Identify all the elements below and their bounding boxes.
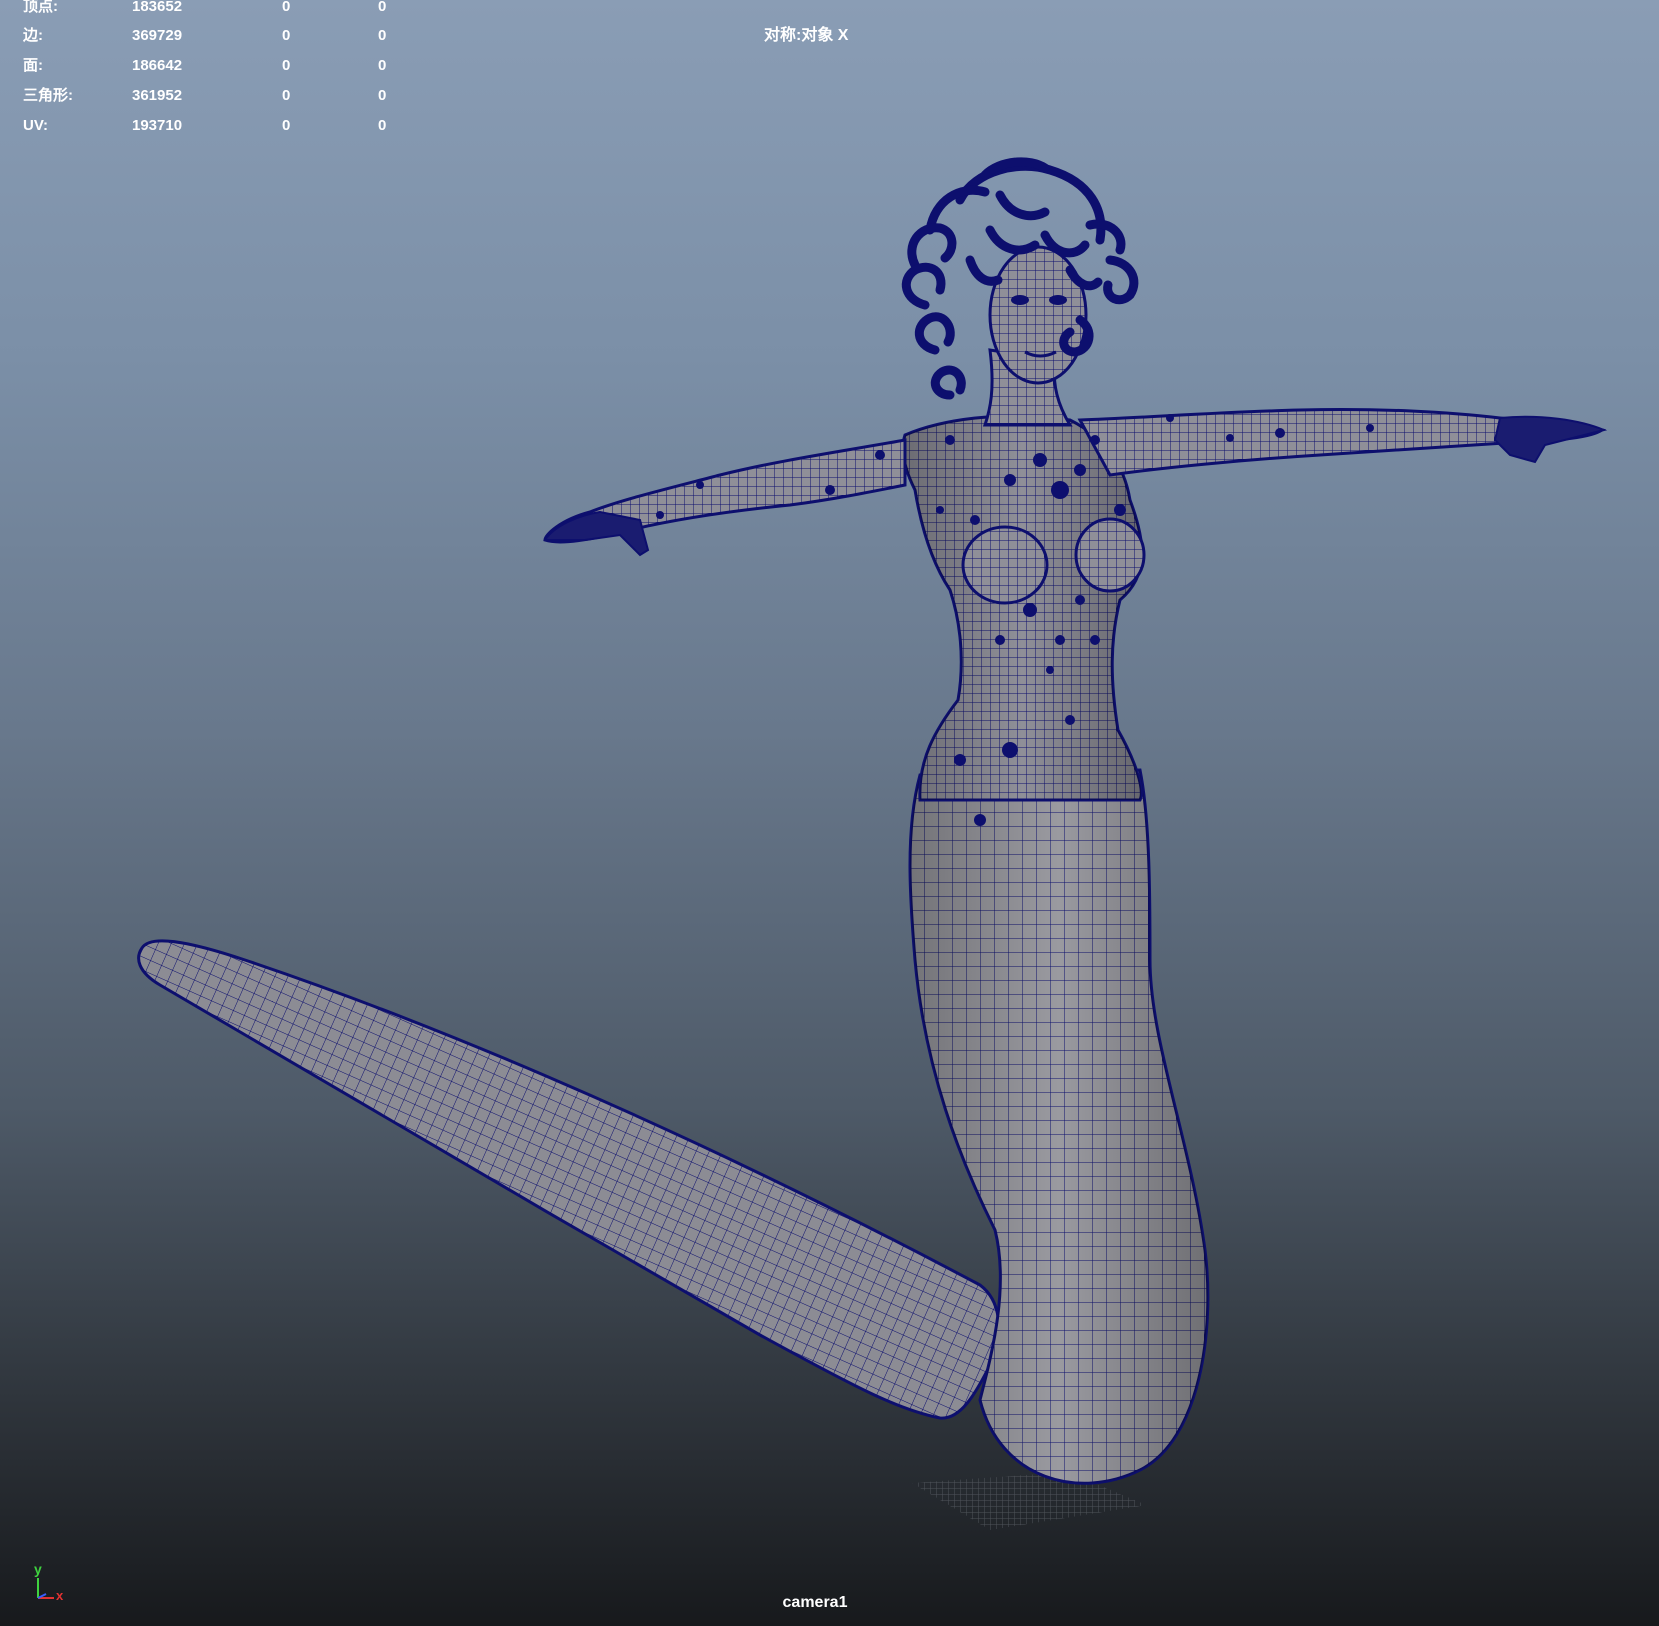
- hud-highlighted: 0: [378, 117, 387, 134]
- hud-label: UV:: [23, 117, 49, 134]
- axis-y-label: y: [34, 1561, 42, 1577]
- hud-row-faces: 面: 186642 0 0: [0, 56, 420, 76]
- hud-highlighted: 0: [378, 27, 387, 44]
- hud-highlighted: 0: [378, 57, 387, 74]
- hud-selected: 0: [282, 57, 291, 74]
- mesh-arm-left: [543, 438, 907, 557]
- hud-row-vertices: 顶点: 183652 0 0: [0, 0, 420, 17]
- hud-count: 186642: [132, 57, 183, 74]
- hud-row-uvs: UV: 193710 0 0: [0, 116, 420, 136]
- viewport-model-canvas[interactable]: [0, 0, 1659, 1626]
- hud-count: 369729: [132, 27, 183, 44]
- hud-selected: 0: [282, 0, 291, 15]
- hud-row-triangles: 三角形: 361952 0 0: [0, 86, 420, 106]
- hud-selected: 0: [282, 117, 291, 134]
- hud-selected: 0: [282, 87, 291, 104]
- hud-selected: 0: [282, 27, 291, 44]
- poly-count-hud: 顶点: 183652 0 0 边: 369729 0 0 面: 186642 0…: [0, 0, 420, 140]
- mesh-tail: [137, 939, 1001, 1420]
- hud-label: 边:: [23, 27, 43, 44]
- hud-highlighted: 0: [378, 87, 387, 104]
- viewport-panel[interactable]: 顶点: 183652 0 0 边: 369729 0 0 面: 186642 0…: [0, 0, 1659, 1626]
- hud-label: 面:: [23, 57, 43, 74]
- mesh-arm-right: [1077, 407, 1608, 477]
- hud-highlighted: 0: [378, 0, 387, 15]
- hud-label: 三角形:: [23, 87, 73, 104]
- symmetry-status: 对称:对象 X: [764, 27, 849, 44]
- hud-count: 193710: [132, 117, 183, 134]
- axis-x-label: x: [56, 1588, 64, 1603]
- hud-count: 361952: [132, 87, 183, 104]
- hud-row-edges: 边: 369729 0 0: [0, 26, 420, 46]
- axis-gizmo-icon: y x: [34, 1561, 64, 1603]
- camera-name-label: camera1: [782, 1594, 848, 1611]
- hud-label: 顶点:: [23, 0, 58, 15]
- hud-count: 183652: [132, 0, 183, 15]
